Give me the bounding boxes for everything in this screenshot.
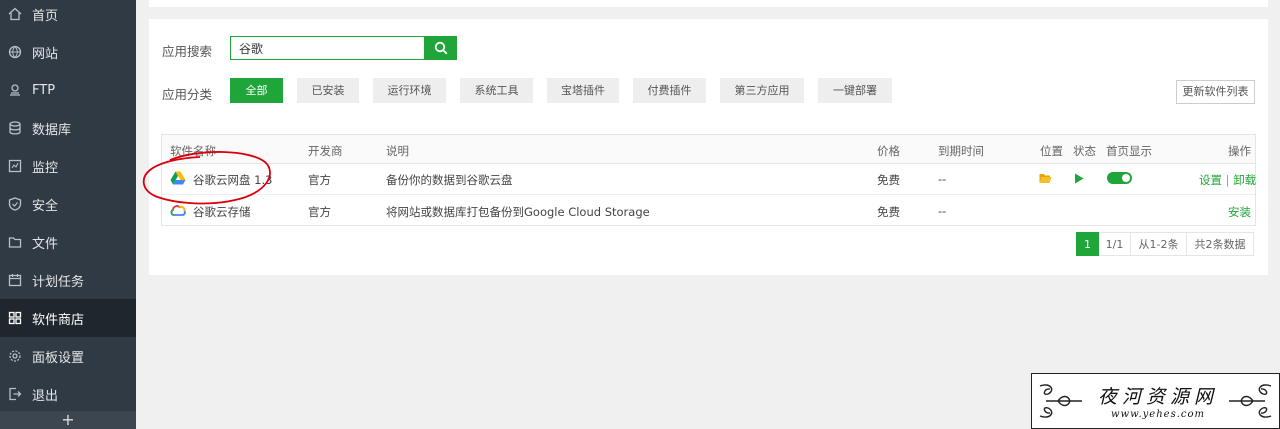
- col-location: 位置: [1040, 144, 1063, 158]
- sidebar-item-database[interactable]: 数据库: [0, 109, 136, 147]
- toggle-knob: [1122, 174, 1130, 182]
- action-separator: |: [1225, 173, 1230, 187]
- table-row: 谷歌云存储 官方 将网站或数据库打包备份到Google Cloud Storag…: [162, 194, 1255, 225]
- search-input[interactable]: [230, 36, 425, 60]
- page-total: 共2条数据: [1187, 232, 1254, 256]
- category-bt-plugins[interactable]: 宝塔插件: [547, 78, 619, 103]
- sidebar-item-monitor[interactable]: 监控: [0, 147, 136, 185]
- col-status: 状态: [1073, 144, 1096, 158]
- sidebar-item-label: 计划任务: [32, 274, 85, 290]
- col-expiry: 到期时间: [938, 144, 984, 158]
- folder-icon: [8, 235, 22, 249]
- watermark: 夜河资源网 www.yehes.com: [1031, 373, 1280, 429]
- database-icon: [8, 121, 22, 135]
- gear-icon: [8, 349, 22, 363]
- software-table: 软件名称 开发商 说明 价格 到期时间 位置 状态 首页显示 操作 谷歌云网盘 …: [161, 134, 1256, 226]
- sidebar-item-label: 安全: [32, 198, 59, 214]
- folder-open-icon[interactable]: [1039, 173, 1052, 184]
- category-one-click-deploy[interactable]: 一键部署: [818, 78, 892, 103]
- category-all[interactable]: 全部: [230, 78, 283, 103]
- sidebar-item-label: 文件: [32, 236, 59, 252]
- category-installed[interactable]: 已安装: [297, 78, 359, 103]
- homepage-display-toggle[interactable]: [1107, 172, 1132, 184]
- col-description: 说明: [386, 144, 409, 158]
- category-system-tools[interactable]: 系统工具: [460, 78, 533, 103]
- sidebar-item-label: 监控: [32, 160, 59, 176]
- annotation-circle: [142, 151, 271, 205]
- sidebar-item-files[interactable]: 文件: [0, 223, 136, 261]
- price: 免费: [877, 205, 900, 219]
- sidebar-item-label: 数据库: [32, 122, 72, 138]
- sidebar-item-cron[interactable]: 计划任务: [0, 261, 136, 299]
- sidebar-item-software-store[interactable]: 软件商店: [0, 299, 136, 337]
- globe-icon: [8, 45, 22, 59]
- page-current-button[interactable]: 1: [1076, 232, 1099, 256]
- developer: 官方: [308, 205, 331, 219]
- col-developer: 开发商: [308, 144, 343, 158]
- update-software-list-button[interactable]: 更新软件列表: [1176, 80, 1255, 104]
- watermark-url: www.yehes.com: [1110, 409, 1205, 420]
- monitor-icon: [8, 159, 22, 173]
- category-label: 应用分类: [162, 87, 213, 102]
- sidebar-item-ftp[interactable]: FTP: [0, 71, 136, 109]
- calendar-icon: [8, 273, 22, 287]
- sidebar-item-website[interactable]: 网站: [0, 33, 136, 71]
- actions: 设置 | 卸载: [1199, 172, 1256, 188]
- home-icon: [8, 7, 22, 21]
- ftp-icon: [8, 83, 22, 97]
- expiry: --: [938, 172, 947, 186]
- watermark-title: 夜河资源网: [1098, 386, 1219, 408]
- settings-link[interactable]: 设置: [1199, 173, 1222, 187]
- category-paid-plugins[interactable]: 付费插件: [633, 78, 706, 103]
- sidebar-item-label: 退出: [32, 388, 59, 404]
- sidebar-item-label: 网站: [32, 46, 59, 62]
- sidebar-item-panel-settings[interactable]: 面板设置: [0, 337, 136, 375]
- sidebar-item-logout[interactable]: 退出: [0, 375, 136, 413]
- col-homepage: 首页显示: [1106, 144, 1152, 158]
- table-row: 谷歌云网盘 1.3 官方 备份你的数据到谷歌云盘 免费 -- 设置 | 卸载: [162, 163, 1256, 193]
- developer: 官方: [308, 173, 331, 187]
- search-icon: [434, 41, 448, 55]
- description: 将网站或数据库打包备份到Google Cloud Storage: [386, 205, 650, 219]
- install-link[interactable]: 安装: [1228, 204, 1251, 220]
- category-third-party[interactable]: 第三方应用: [720, 78, 804, 103]
- description: 备份你的数据到谷歌云盘: [386, 173, 513, 187]
- ornament-right-icon: [1229, 384, 1272, 418]
- col-price: 价格: [877, 144, 900, 158]
- sidebar: 首页 网站 FTP 数据库 监控 安全 文件 计划任务 软件商店 面板设置 退出…: [0, 0, 136, 429]
- page-range: 从1-2条: [1131, 232, 1187, 256]
- play-icon[interactable]: [1074, 173, 1084, 184]
- apps-grid-icon: [8, 311, 22, 325]
- page-count: 1/1: [1099, 232, 1131, 256]
- sidebar-item-label: FTP: [32, 82, 56, 98]
- search-label: 应用搜索: [162, 44, 213, 59]
- price: 免费: [877, 173, 900, 187]
- sidebar-item-label: 软件商店: [32, 312, 85, 328]
- table-header: 软件名称 开发商 说明 价格 到期时间 位置 状态 首页显示 操作: [162, 135, 1255, 164]
- sidebar-item-home[interactable]: 首页: [0, 0, 136, 33]
- expiry: --: [938, 204, 947, 218]
- logout-icon: [8, 387, 22, 401]
- shield-icon: [8, 197, 22, 211]
- ornament-left-icon: [1039, 384, 1082, 418]
- sidebar-item-security[interactable]: 安全: [0, 185, 136, 223]
- sidebar-item-label: 面板设置: [32, 350, 85, 366]
- sidebar-collapse-button[interactable]: +: [0, 411, 136, 429]
- category-runtime[interactable]: 运行环境: [373, 78, 446, 103]
- top-panel: [149, 0, 1268, 7]
- sidebar-item-label: 首页: [32, 8, 59, 24]
- col-actions: 操作: [1228, 144, 1251, 158]
- search-button[interactable]: [425, 36, 457, 60]
- uninstall-link[interactable]: 卸载: [1233, 173, 1256, 187]
